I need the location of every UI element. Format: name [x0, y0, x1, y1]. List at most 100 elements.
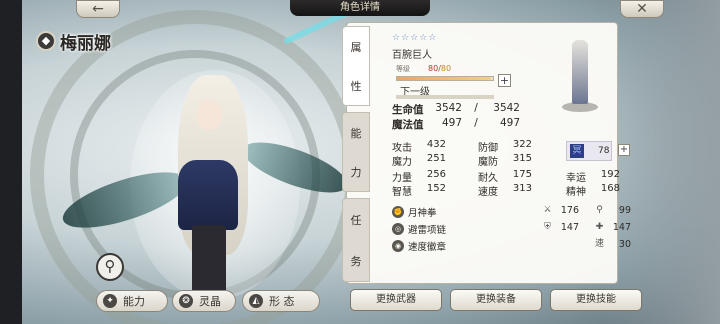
hp-separator: /: [474, 102, 478, 114]
mp-separator: /: [474, 117, 478, 129]
crystal-icon: ❂: [179, 294, 193, 308]
equipment-name: 月神拳: [408, 208, 437, 219]
stat-label: 智慧: [392, 187, 412, 198]
character-art-legs: [192, 225, 226, 295]
rarity-stars: ☆☆☆☆☆: [392, 33, 438, 43]
mp-value: 497: [441, 117, 462, 129]
element-value: 78: [598, 146, 610, 156]
side-tab-ability[interactable]: 能 力: [342, 112, 370, 192]
level-max: 80: [440, 64, 452, 73]
armor-slot-icon: ◎: [392, 223, 404, 235]
character-art-dress: [178, 160, 238, 230]
character-sprite: [562, 40, 598, 114]
change-equipment-button[interactable]: 更换装备: [450, 289, 542, 311]
level-progress-bar: [396, 76, 494, 81]
hp-label: 生命值: [392, 104, 424, 116]
stat-value: 432: [426, 139, 446, 150]
character-name-plate: ◆ 梅丽娜: [36, 30, 111, 54]
stat-value: 147: [560, 222, 579, 233]
side-tab-char: 属: [350, 40, 362, 54]
speed-stat-label: 速: [594, 239, 604, 249]
equipment-name: 避雷项链: [408, 225, 447, 236]
change-skill-button[interactable]: 更换技能: [550, 289, 642, 311]
side-tab-char: 力: [350, 165, 362, 179]
species-label: 百腕巨人: [392, 50, 432, 61]
tab-form-label: 形 态: [269, 295, 295, 308]
stat-value: 99: [618, 205, 631, 216]
stat-label: 幸运: [566, 173, 586, 184]
class-icon: ◆: [36, 31, 56, 51]
accessory-speed-stat: 速 30: [594, 239, 631, 250]
stat-value: 147: [612, 222, 631, 233]
stat-value: 251: [426, 153, 446, 164]
level-label: 等级: [396, 65, 410, 73]
cross-shield-icon: ✚: [595, 222, 604, 232]
mp-max: 497: [499, 117, 520, 129]
tab-ability[interactable]: ✦ 能力: [96, 290, 168, 312]
element-dark-icon: 冥: [570, 144, 584, 158]
stat-label: 防御: [478, 143, 498, 154]
weapon-attack-stat: ⚔ 176: [542, 205, 579, 216]
stat-value: 175: [512, 169, 532, 180]
tab-crystal[interactable]: ❂ 灵晶: [172, 290, 236, 312]
left-edge-strip: [0, 0, 22, 324]
hp-max: 3542: [493, 102, 520, 114]
equipment-weapon[interactable]: ✊ 月神拳: [392, 205, 437, 219]
level-progress-fill: [397, 77, 492, 80]
tab-ability-label: 能力: [123, 295, 145, 308]
sprite-body: [572, 40, 588, 104]
side-tab-quest[interactable]: 任 务: [342, 198, 370, 282]
equipment-accessory[interactable]: ◉ 速度徽章: [392, 239, 446, 253]
stat-value: 256: [426, 169, 446, 180]
stat-value: 152: [426, 183, 446, 194]
hp-value: 3542: [435, 102, 462, 114]
background-decoration: [600, 0, 720, 324]
side-tab-char: 务: [350, 254, 362, 268]
character-art-face: [196, 100, 222, 130]
stat-magic: 魔力 251: [392, 153, 446, 168]
stat-value: 30: [618, 239, 631, 250]
stat-attack: 攻击 432: [392, 139, 446, 154]
sword-icon: ⚔: [543, 205, 552, 215]
close-icon: ✕: [636, 1, 648, 17]
weapon-slot-icon: ✊: [392, 206, 404, 218]
equipment-name: 速度徽章: [408, 242, 447, 253]
side-tab-char: 任: [350, 213, 362, 227]
stat-label: 速度: [478, 187, 498, 198]
equipment-armor[interactable]: ◎ 避雷项链: [392, 222, 446, 236]
stat-speed: 速度 313: [478, 183, 532, 198]
character-name: 梅丽娜: [60, 33, 111, 54]
game-screen: ← 角色详情 ✕ ◆ 梅丽娜 ⚲ ✦ 能力 ❂ 灵晶 ◭ 形 态 属 性 能 力…: [0, 0, 720, 324]
back-arrow-icon: ←: [92, 1, 104, 17]
tab-crystal-label: 灵晶: [199, 295, 221, 308]
armor-defense-stat: ⛨ 147: [542, 222, 579, 233]
mp-label: 魔法值: [392, 119, 424, 131]
level-current: 80: [428, 64, 439, 73]
stat-endurance: 耐久 175: [478, 169, 532, 184]
shield-icon: ⛨: [544, 222, 551, 232]
ability-icon: ✦: [103, 294, 117, 308]
stat-luck: 幸运 192: [566, 169, 620, 184]
level-up-button[interactable]: +: [498, 74, 511, 87]
close-button[interactable]: ✕: [620, 0, 664, 18]
wand-icon: ⚲: [596, 205, 603, 215]
zoom-button[interactable]: ⚲: [96, 253, 124, 281]
element-plus-button[interactable]: +: [618, 144, 630, 156]
side-tab-attributes[interactable]: 属 性: [342, 26, 370, 106]
weapon-magic-stat: ⚲ 99: [594, 205, 631, 216]
page-title: 角色详情: [290, 0, 430, 16]
stat-value: 168: [600, 183, 620, 194]
change-weapon-button[interactable]: 更换武器: [350, 289, 442, 311]
stat-label: 耐久: [478, 173, 498, 184]
hp-row: 生命值 3542 / 3542: [392, 102, 520, 117]
side-tab-char: 能: [350, 126, 362, 140]
back-button[interactable]: ←: [76, 0, 120, 18]
stat-wisdom: 智慧 152: [392, 183, 446, 198]
form-icon: ◭: [249, 294, 263, 308]
mp-row: 魔法值 497 / 497: [392, 117, 520, 132]
tab-form[interactable]: ◭ 形 态: [242, 290, 320, 312]
armor-mdefense-stat: ✚ 147: [594, 222, 631, 233]
stat-spirit: 精神 168: [566, 183, 620, 198]
side-tab-char: 性: [350, 79, 362, 93]
stat-value: 313: [512, 183, 532, 194]
